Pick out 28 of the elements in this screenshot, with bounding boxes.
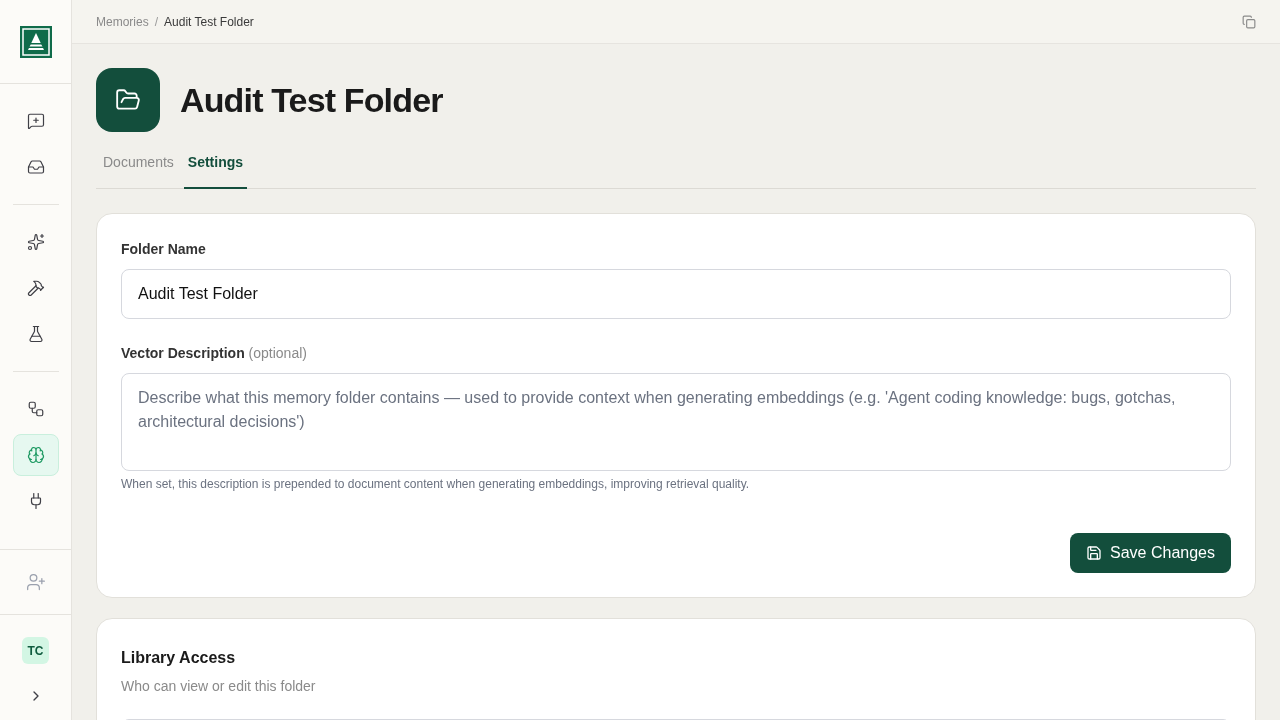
field-hint: When set, this description is prepended to document content when generating embeddings, improving retrieval quality.: [121, 476, 751, 493]
folder-icon: [115, 87, 141, 113]
description-field[interactable]: Describe what this memory folder contains — used to provide context when generating embeddings (e.g. 'Agent coding knowledge: bugs, gotchas, architectural decisions'): [121, 373, 1231, 471]
breadcrumb-item: Audit Test Folder: [164, 13, 254, 31]
section-title: Library Access: [121, 648, 237, 668]
copy-icon: [1242, 14, 1256, 29]
user-avatar[interactable]: TC: [22, 637, 49, 664]
save-button[interactable]: Save Changes: [1070, 533, 1231, 573]
section-subtitle: Who can view or edit this folder: [121, 677, 317, 696]
field-label: Folder Name: [121, 240, 207, 259]
hammer-icon: [26, 279, 45, 297]
sparkles-icon: [26, 233, 45, 251]
brain-icon: [26, 446, 45, 464]
inbox-icon: [26, 158, 45, 176]
page-title: Audit Test Folder: [180, 79, 443, 121]
breadcrumb-separator: /: [154, 13, 159, 31]
field-label: Vector Description: [121, 345, 245, 361]
folder-name-field[interactable]: Audit Test Folder: [121, 269, 1231, 319]
tab[interactable]: Settings: [183, 146, 248, 189]
logo-icon: [19, 25, 52, 58]
flask-icon: [26, 325, 45, 343]
optional-note: (optional): [248, 345, 307, 361]
sidebar-item[interactable]: [12, 434, 59, 476]
user-plus-icon: [25, 572, 46, 592]
workflow-icon: [26, 400, 45, 418]
copy-button[interactable]: [1242, 14, 1256, 29]
chat-plus-icon: [26, 112, 45, 130]
save-icon: [1086, 545, 1103, 561]
